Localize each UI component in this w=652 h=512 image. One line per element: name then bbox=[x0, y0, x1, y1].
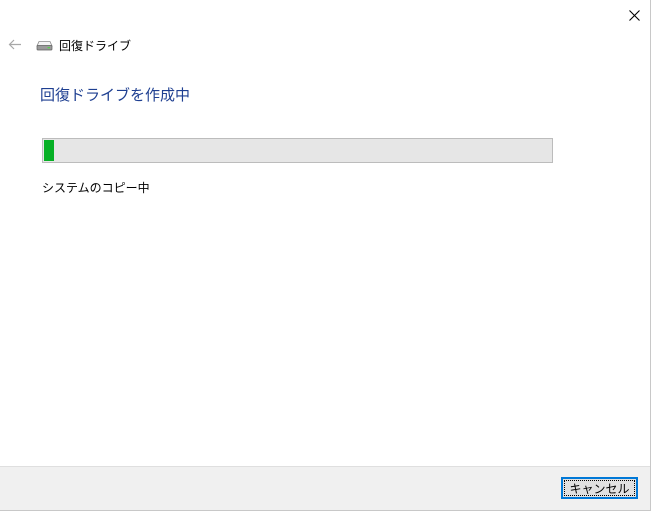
cancel-button[interactable]: キャンセル bbox=[561, 477, 638, 499]
close-icon bbox=[628, 9, 640, 21]
page-heading: 回復ドライブを作成中 bbox=[40, 86, 191, 104]
drive-icon bbox=[36, 39, 53, 51]
progress-fill bbox=[44, 140, 55, 161]
title-bar: 回復ドライブ bbox=[36, 36, 131, 54]
status-text: システムのコピー中 bbox=[42, 181, 150, 195]
back-button[interactable] bbox=[6, 36, 24, 52]
back-arrow-icon bbox=[8, 39, 21, 49]
close-button[interactable] bbox=[618, 0, 650, 30]
recovery-drive-window: 回復ドライブ 回復ドライブを作成中 システムのコピー中 キャンセル bbox=[0, 0, 651, 511]
progress-bar bbox=[42, 138, 553, 163]
window-title: 回復ドライブ bbox=[59, 38, 132, 53]
footer-bar: キャンセル bbox=[0, 466, 650, 510]
